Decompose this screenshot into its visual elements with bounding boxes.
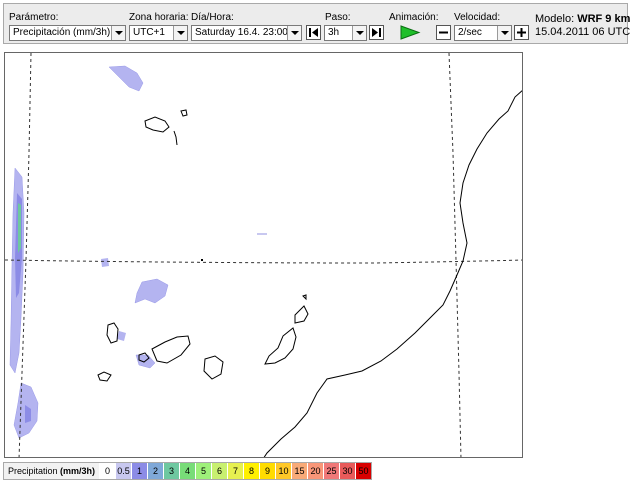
minus-icon [439,31,448,34]
meridian-east [448,53,462,457]
parametro-value: Precipitación (mm/3h) [13,27,111,38]
plus-icon [517,28,526,37]
island-porto-santo [180,109,188,117]
legend-class-2: 2 [147,463,164,479]
step-back-button[interactable] [306,25,321,40]
legend-class-9: 9 [259,463,276,479]
graticule [5,53,522,457]
model-run: 15.04.2011 06 UTC [535,26,631,38]
velocidad-label: Velocidad: [454,12,501,23]
legend-class-15: 15 [291,463,308,479]
parametro-label: Parámetro: [9,12,59,23]
legend-title: Precipitation (mm/3h) [4,463,99,479]
dropdown-arrow-icon [352,26,366,40]
model-name: WRF 9 km [577,13,631,25]
velocidad-select[interactable]: 2/sec [454,25,512,41]
small-islet [201,259,203,261]
model-prefix: Modelo: [535,13,575,25]
island-el-hierro [97,371,112,382]
step-back-icon [309,28,318,37]
legend-class-0-5: 0.5 [115,463,132,479]
legend-class-4: 4 [179,463,196,479]
island-la-palma [106,322,119,344]
control-toolbar: Parámetro: Precipitación (mm/3h) Zona ho… [3,3,631,44]
map-canvas [5,53,522,457]
zona-select[interactable]: UTC+1 [129,25,188,41]
zona-label: Zona horaria: [129,12,189,23]
dropdown-arrow-icon [497,26,511,40]
dropdown-arrow-icon [111,26,125,40]
legend-class-1: 1 [131,463,148,479]
precipitation-legend: Precipitation (mm/3h) 0 0.5 1 2 3 4 5 6 7 8 9 10 15 2… [3,462,373,480]
model-info: Modelo: WRF 9 km 15.04.2011 06 UTC [535,13,631,39]
island-desertas [173,130,178,146]
animacion-label: Animación: [389,12,439,23]
precipitation-areas [9,65,267,439]
diahora-value: Saturday 16.4. 23:00 [195,27,288,38]
paso-label: Paso: [325,12,351,23]
island-fuerteventura [264,327,297,365]
step-forward-icon [372,28,381,37]
paso-select[interactable]: 3h [324,25,367,41]
precip-area-small-3 [257,233,267,235]
legend-class-25: 25 [323,463,340,479]
legend-class-20: 20 [307,463,324,479]
legend-class-6: 6 [211,463,228,479]
precip-area-north [108,65,144,92]
diahora-select[interactable]: Saturday 16.4. 23:00 [191,25,302,41]
legend-unit: (mm/3h) [60,466,96,476]
faster-button[interactable] [514,25,529,40]
parametro-select[interactable]: Precipitación (mm/3h) [9,25,126,41]
coastline-africa [263,90,522,457]
slower-button[interactable] [436,25,451,40]
play-icon [400,25,421,40]
island-lanzarote [294,305,309,324]
island-tenerife [151,335,191,364]
legend-class-30: 30 [339,463,356,479]
legend-class-10: 10 [275,463,292,479]
dropdown-arrow-icon [287,26,301,40]
legend-class-0: 0 [99,463,116,479]
dropdown-arrow-icon [173,26,187,40]
velocidad-value: 2/sec [458,27,482,38]
legend-title-text: Precipitation [8,466,58,476]
precipitation-map[interactable] [4,52,523,458]
legend-scale: 0 0.5 1 2 3 4 5 6 7 8 9 10 15 20 25 30 50 [99,463,372,479]
step-forward-button[interactable] [369,25,384,40]
play-button[interactable] [397,24,423,41]
legend-class-50: 50 [355,463,372,479]
precip-area-west-peak [18,203,21,253]
paso-value: 3h [328,27,340,38]
legend-class-3: 3 [163,463,180,479]
precip-area-small-2 [117,331,126,341]
legend-class-7: 7 [227,463,244,479]
island-madeira [144,116,170,133]
zona-value: UTC+1 [133,27,165,38]
precip-area-small-1 [101,258,109,267]
legend-class-5: 5 [195,463,212,479]
precip-area-canaries-north [134,278,169,304]
parallel-line [5,259,522,264]
island-gran-canaria [203,355,224,380]
diahora-label: Día/Hora: [191,12,234,23]
legend-class-8: 8 [243,463,260,479]
islet-alegranza [302,294,307,301]
